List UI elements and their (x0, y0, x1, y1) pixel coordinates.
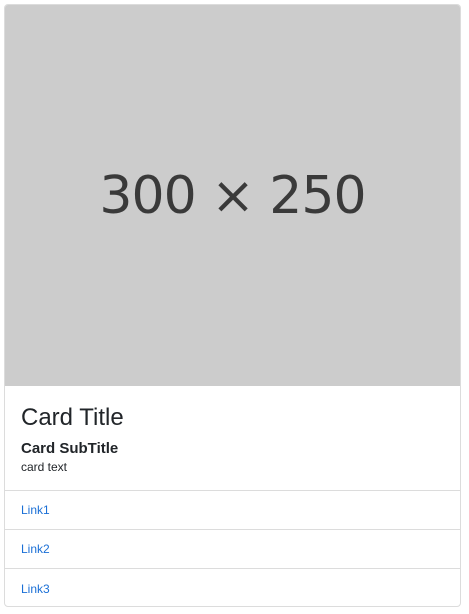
link-2[interactable]: Link2 (21, 542, 50, 556)
card-image-size-text: 300 × 250 (99, 166, 366, 226)
link-1[interactable]: Link1 (21, 503, 50, 517)
link-3[interactable]: Link3 (21, 582, 50, 596)
card-text: card text (21, 460, 68, 474)
card-subtitle: Card SubTitle (21, 440, 119, 457)
card: 300 × 250 Card Title Card SubTitle card … (4, 4, 461, 607)
card-image-placeholder: 300 × 250 (5, 5, 460, 386)
card-title: Card Title (21, 404, 124, 431)
card-body: Card Title Card SubTitle card text (5, 386, 460, 491)
list-item: Link3 (5, 569, 460, 606)
card-link-list: Link1 Link2 Link3 (5, 491, 460, 606)
list-item: Link2 (5, 530, 460, 569)
list-item: Link1 (5, 491, 460, 530)
